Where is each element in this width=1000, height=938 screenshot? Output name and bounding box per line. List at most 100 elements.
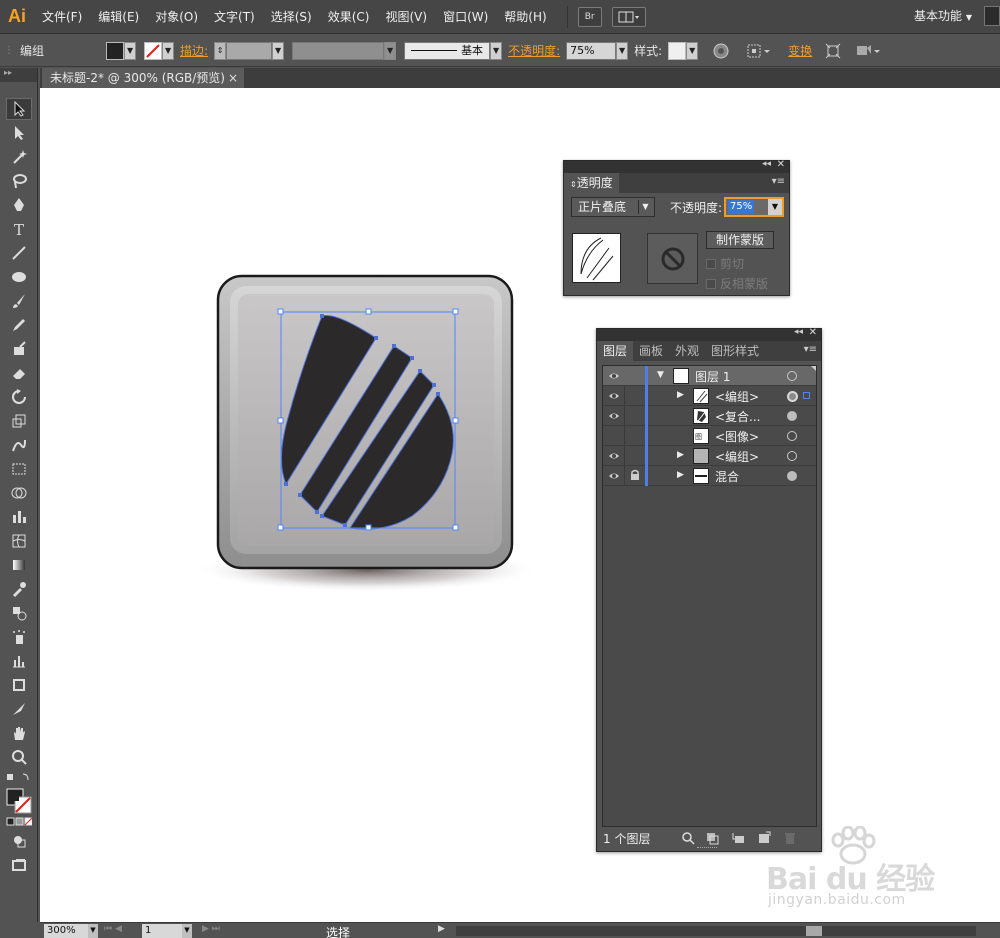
opacity-label[interactable]: 不透明度: (508, 42, 560, 59)
graph-tool[interactable] (6, 506, 32, 528)
tab-graphic-styles[interactable]: 图形样式 (705, 341, 765, 361)
tab-artboards[interactable]: 画板 (633, 341, 669, 361)
clip-checkbox-row[interactable]: 剪切 (706, 255, 744, 272)
brush-definition-field[interactable]: 基本 (404, 41, 491, 60)
make-mask-button[interactable]: 制作蒙版 (706, 231, 774, 249)
page-dropdown[interactable]: ▼ (182, 924, 192, 938)
paintbrush-tool[interactable] (6, 290, 32, 312)
close-icon[interactable]: ✕ (809, 327, 817, 338)
magic-wand-tool[interactable] (6, 146, 32, 168)
fill-dropdown[interactable]: ▼ (124, 41, 137, 60)
target-icon[interactable] (787, 371, 797, 381)
arrange-documents-button[interactable] (611, 6, 646, 27)
invert-mask-checkbox-row[interactable]: 反相蒙版 (706, 275, 768, 292)
color-mode-buttons[interactable] (6, 816, 32, 828)
rotate-tool[interactable] (6, 386, 32, 408)
layer-row[interactable]: ▶ 混合 (603, 466, 816, 486)
expand-right-icon[interactable]: ▶ (677, 390, 684, 400)
opacity-field[interactable]: 75% (566, 41, 617, 60)
warp-tool[interactable] (6, 434, 32, 456)
clip-checkbox[interactable] (706, 258, 716, 269)
menu-view[interactable]: 视图(V) (377, 0, 435, 34)
free-transform-tool[interactable] (6, 458, 32, 480)
layer-row[interactable]: ▶ <编组> (603, 386, 816, 406)
target-icon[interactable] (787, 411, 797, 421)
resize-handle-s[interactable] (365, 524, 372, 531)
resize-handle-w[interactable] (277, 417, 284, 424)
eye-icon[interactable] (608, 410, 620, 422)
graphic-style-swatch[interactable] (668, 41, 687, 60)
scrollbar-thumb[interactable] (806, 926, 822, 936)
artboard-canvas[interactable] (40, 88, 1000, 922)
drawing-mode-button[interactable] (6, 830, 32, 852)
target-icon[interactable] (787, 471, 797, 481)
layer-name[interactable]: <编组> (715, 448, 759, 465)
workspace-switcher[interactable]: 基本功能 ▼ (914, 7, 972, 24)
selection-indicator[interactable] (803, 392, 810, 399)
variable-width-field[interactable] (292, 41, 385, 60)
fill-stroke-indicator[interactable] (6, 788, 32, 814)
status-menu-arrow[interactable]: ▶ (438, 924, 445, 934)
layer-row[interactable]: ▶ <编组> (603, 446, 816, 466)
panel-title-bar[interactable]: ◂◂ ✕ (564, 159, 789, 173)
resize-handle-ne[interactable] (452, 308, 459, 315)
layer-name[interactable]: <图像> (715, 428, 759, 445)
menu-select[interactable]: 选择(S) (263, 0, 320, 34)
make-clipping-mask-icon[interactable] (705, 831, 719, 845)
page-nav-next-last[interactable]: ▶ ⏭ (202, 924, 220, 934)
resize-handle-se[interactable] (452, 524, 459, 531)
panel-title-bar[interactable]: ◂◂ ✕ (597, 327, 821, 341)
transform-link[interactable]: 变换 (788, 42, 812, 59)
graphic-style-dropdown[interactable]: ▼ (686, 41, 699, 60)
type-tool[interactable]: T (6, 218, 32, 240)
panel-menu-icon[interactable]: ▾≡ (804, 344, 817, 355)
mesh-tool[interactable] (6, 530, 32, 552)
menu-effect[interactable]: 效果(C) (320, 0, 378, 34)
zoom-field[interactable]: 300% (44, 924, 88, 938)
stroke-label[interactable]: 描边: (180, 42, 208, 59)
search-box-edge[interactable] (984, 6, 1000, 26)
panel-grip[interactable]: ▸▸ (0, 68, 37, 82)
tab-transparency[interactable]: ⇕透明度 (564, 173, 619, 193)
target-selected-icon[interactable] (787, 391, 798, 402)
column-graph-tool[interactable] (6, 650, 32, 672)
menu-type[interactable]: 文字(T) (206, 0, 263, 34)
menu-object[interactable]: 对象(O) (147, 0, 206, 34)
panel-menu-icon[interactable]: ▾≡ (772, 176, 785, 187)
swap-fill-stroke[interactable] (6, 770, 32, 786)
zoom-tool[interactable] (6, 746, 32, 768)
opacity-input[interactable]: 75% ▼ (724, 197, 784, 217)
hand-tool[interactable] (6, 722, 32, 744)
resize-handle-e[interactable] (452, 417, 459, 424)
eye-icon[interactable] (608, 370, 620, 382)
scale-tool[interactable] (6, 410, 32, 432)
stroke-weight-stepper[interactable]: ⇕ (214, 41, 227, 60)
document-tab[interactable]: 未标题-2* @ 300% (RGB/预览) × (42, 68, 244, 88)
opacity-dropdown[interactable]: ▼ (616, 41, 629, 60)
eraser-tool[interactable] (6, 362, 32, 384)
close-icon[interactable]: ✕ (777, 159, 785, 170)
pen-tool[interactable] (6, 194, 32, 216)
blend-mode-select[interactable]: 正片叠底 ▼ (571, 197, 655, 217)
layer-name[interactable]: <复合... (715, 408, 761, 425)
layer-row[interactable]: <复合... (603, 406, 816, 426)
page-field[interactable]: 1 (142, 924, 182, 938)
blend-tool[interactable] (6, 602, 32, 624)
blob-brush-tool[interactable] (6, 338, 32, 360)
menu-edit[interactable]: 编辑(E) (90, 0, 147, 34)
ellipse-tool[interactable] (6, 266, 32, 288)
horizontal-scrollbar[interactable] (456, 926, 976, 936)
create-sublayer-icon[interactable] (731, 831, 745, 845)
expand-down-icon[interactable]: ▼ (657, 370, 664, 380)
resize-handle-n[interactable] (365, 308, 372, 315)
layer-name[interactable]: 图层 1 (695, 368, 730, 385)
stroke-dropdown[interactable]: ▼ (162, 41, 175, 60)
screen-mode-button[interactable] (6, 854, 32, 876)
menu-file[interactable]: 文件(F) (34, 0, 90, 34)
tab-layers[interactable]: 图层 (597, 341, 634, 361)
layer-name[interactable]: <编组> (715, 388, 759, 405)
lasso-tool[interactable] (6, 170, 32, 192)
layer-row[interactable]: 图 <图像> (603, 426, 816, 446)
slice-tool[interactable] (6, 698, 32, 720)
resize-grip[interactable] (697, 847, 717, 850)
